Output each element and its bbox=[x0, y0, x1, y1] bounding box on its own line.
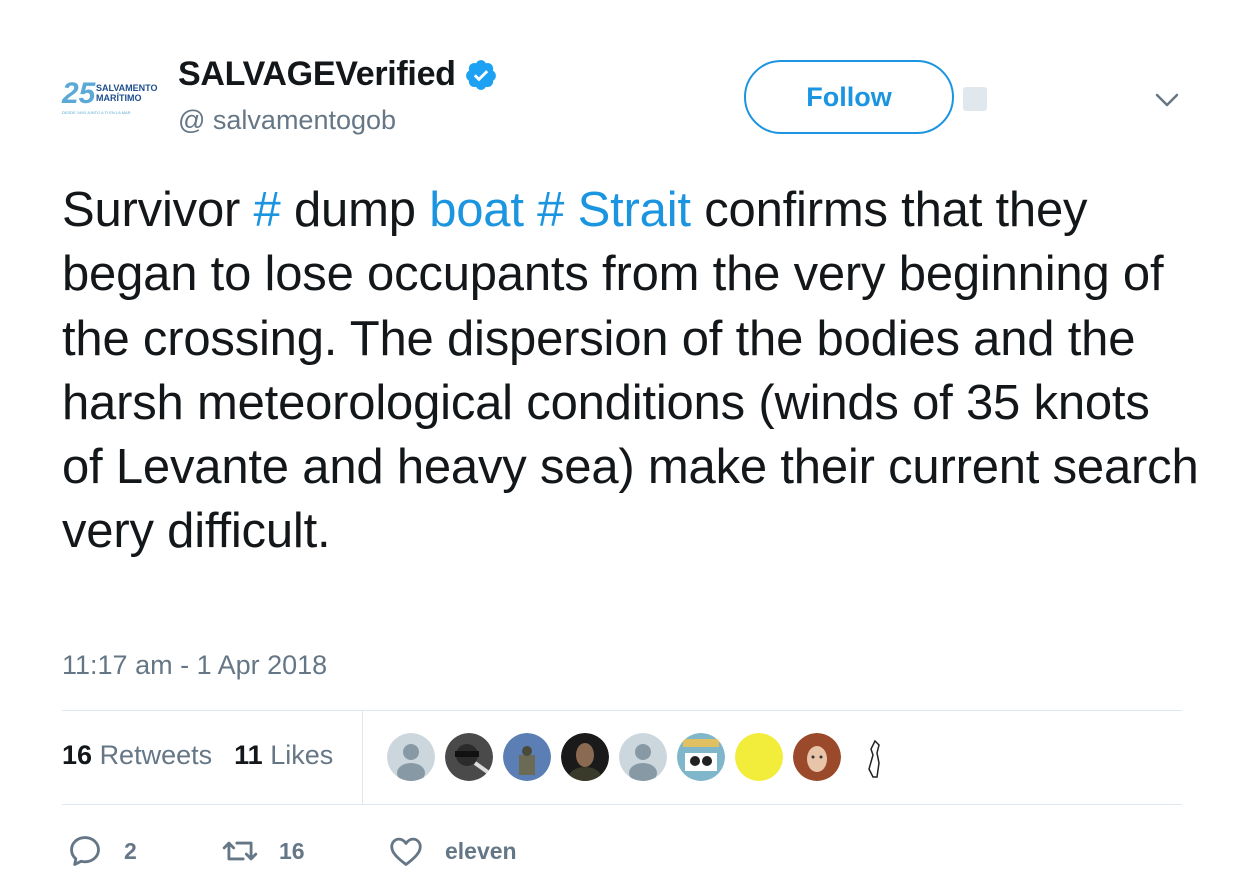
svg-text:DESDE 1993 JUNTO A TI EN LA MA: DESDE 1993 JUNTO A TI EN LA MAR bbox=[62, 110, 131, 115]
stats-divider bbox=[362, 711, 363, 804]
tweet-text: Survivor # dump boat # Strait confirms t… bbox=[62, 183, 1199, 559]
liker-avatar[interactable] bbox=[851, 733, 899, 781]
liker-avatar[interactable] bbox=[561, 733, 609, 781]
svg-text:MARÍTIMO: MARÍTIMO bbox=[96, 93, 142, 103]
likers-avatars bbox=[387, 733, 899, 781]
svg-text:25: 25 bbox=[61, 77, 97, 110]
liker-avatar[interactable] bbox=[619, 733, 667, 781]
liker-avatar[interactable] bbox=[677, 733, 725, 781]
svg-text:SALVAMENTO: SALVAMENTO bbox=[96, 83, 158, 93]
divider bbox=[62, 710, 1182, 711]
liker-avatar[interactable] bbox=[735, 733, 783, 781]
reply-icon bbox=[70, 836, 100, 866]
liker-avatar[interactable] bbox=[503, 733, 551, 781]
broken-image-icon bbox=[963, 87, 987, 111]
heart-icon bbox=[390, 837, 422, 866]
tweet-stats: 16 Retweets 11 Likes bbox=[62, 740, 333, 771]
author-avatar-logo[interactable]: 25 SALVAMENTO MARÍTIMO DESDE 1993 JUNTO … bbox=[60, 65, 160, 125]
retweet-icon bbox=[222, 841, 258, 861]
reply-button[interactable]: 2 bbox=[66, 832, 221, 870]
like-button[interactable]: eleven bbox=[387, 832, 517, 870]
author-display-name[interactable]: SALVAGEVerified bbox=[178, 55, 456, 94]
verified-badge-icon bbox=[465, 59, 496, 90]
tweet-timestamp[interactable]: 11:17 am - 1 Apr 2018 bbox=[62, 650, 327, 681]
follow-button[interactable]: Follow bbox=[744, 60, 954, 134]
liker-avatar[interactable] bbox=[793, 733, 841, 781]
divider bbox=[62, 804, 1182, 805]
chevron-down-icon[interactable] bbox=[1152, 85, 1182, 115]
liker-avatar[interactable] bbox=[387, 733, 435, 781]
tweet-header: 25 SALVAMENTO MARÍTIMO DESDE 1993 JUNTO … bbox=[60, 55, 1190, 145]
hashtag-link[interactable]: # bbox=[254, 183, 294, 237]
hashtag-link-strait[interactable]: boat # Strait bbox=[429, 183, 691, 237]
tweet-actions: 2 16 eleven bbox=[66, 832, 517, 870]
liker-avatar[interactable] bbox=[445, 733, 493, 781]
author-handle[interactable]: @ salvamentogob bbox=[178, 105, 396, 136]
retweets-stat[interactable]: 16 Retweets bbox=[62, 740, 212, 771]
likes-stat[interactable]: 11 Likes bbox=[234, 740, 333, 771]
retweet-button[interactable]: 16 bbox=[221, 832, 387, 870]
